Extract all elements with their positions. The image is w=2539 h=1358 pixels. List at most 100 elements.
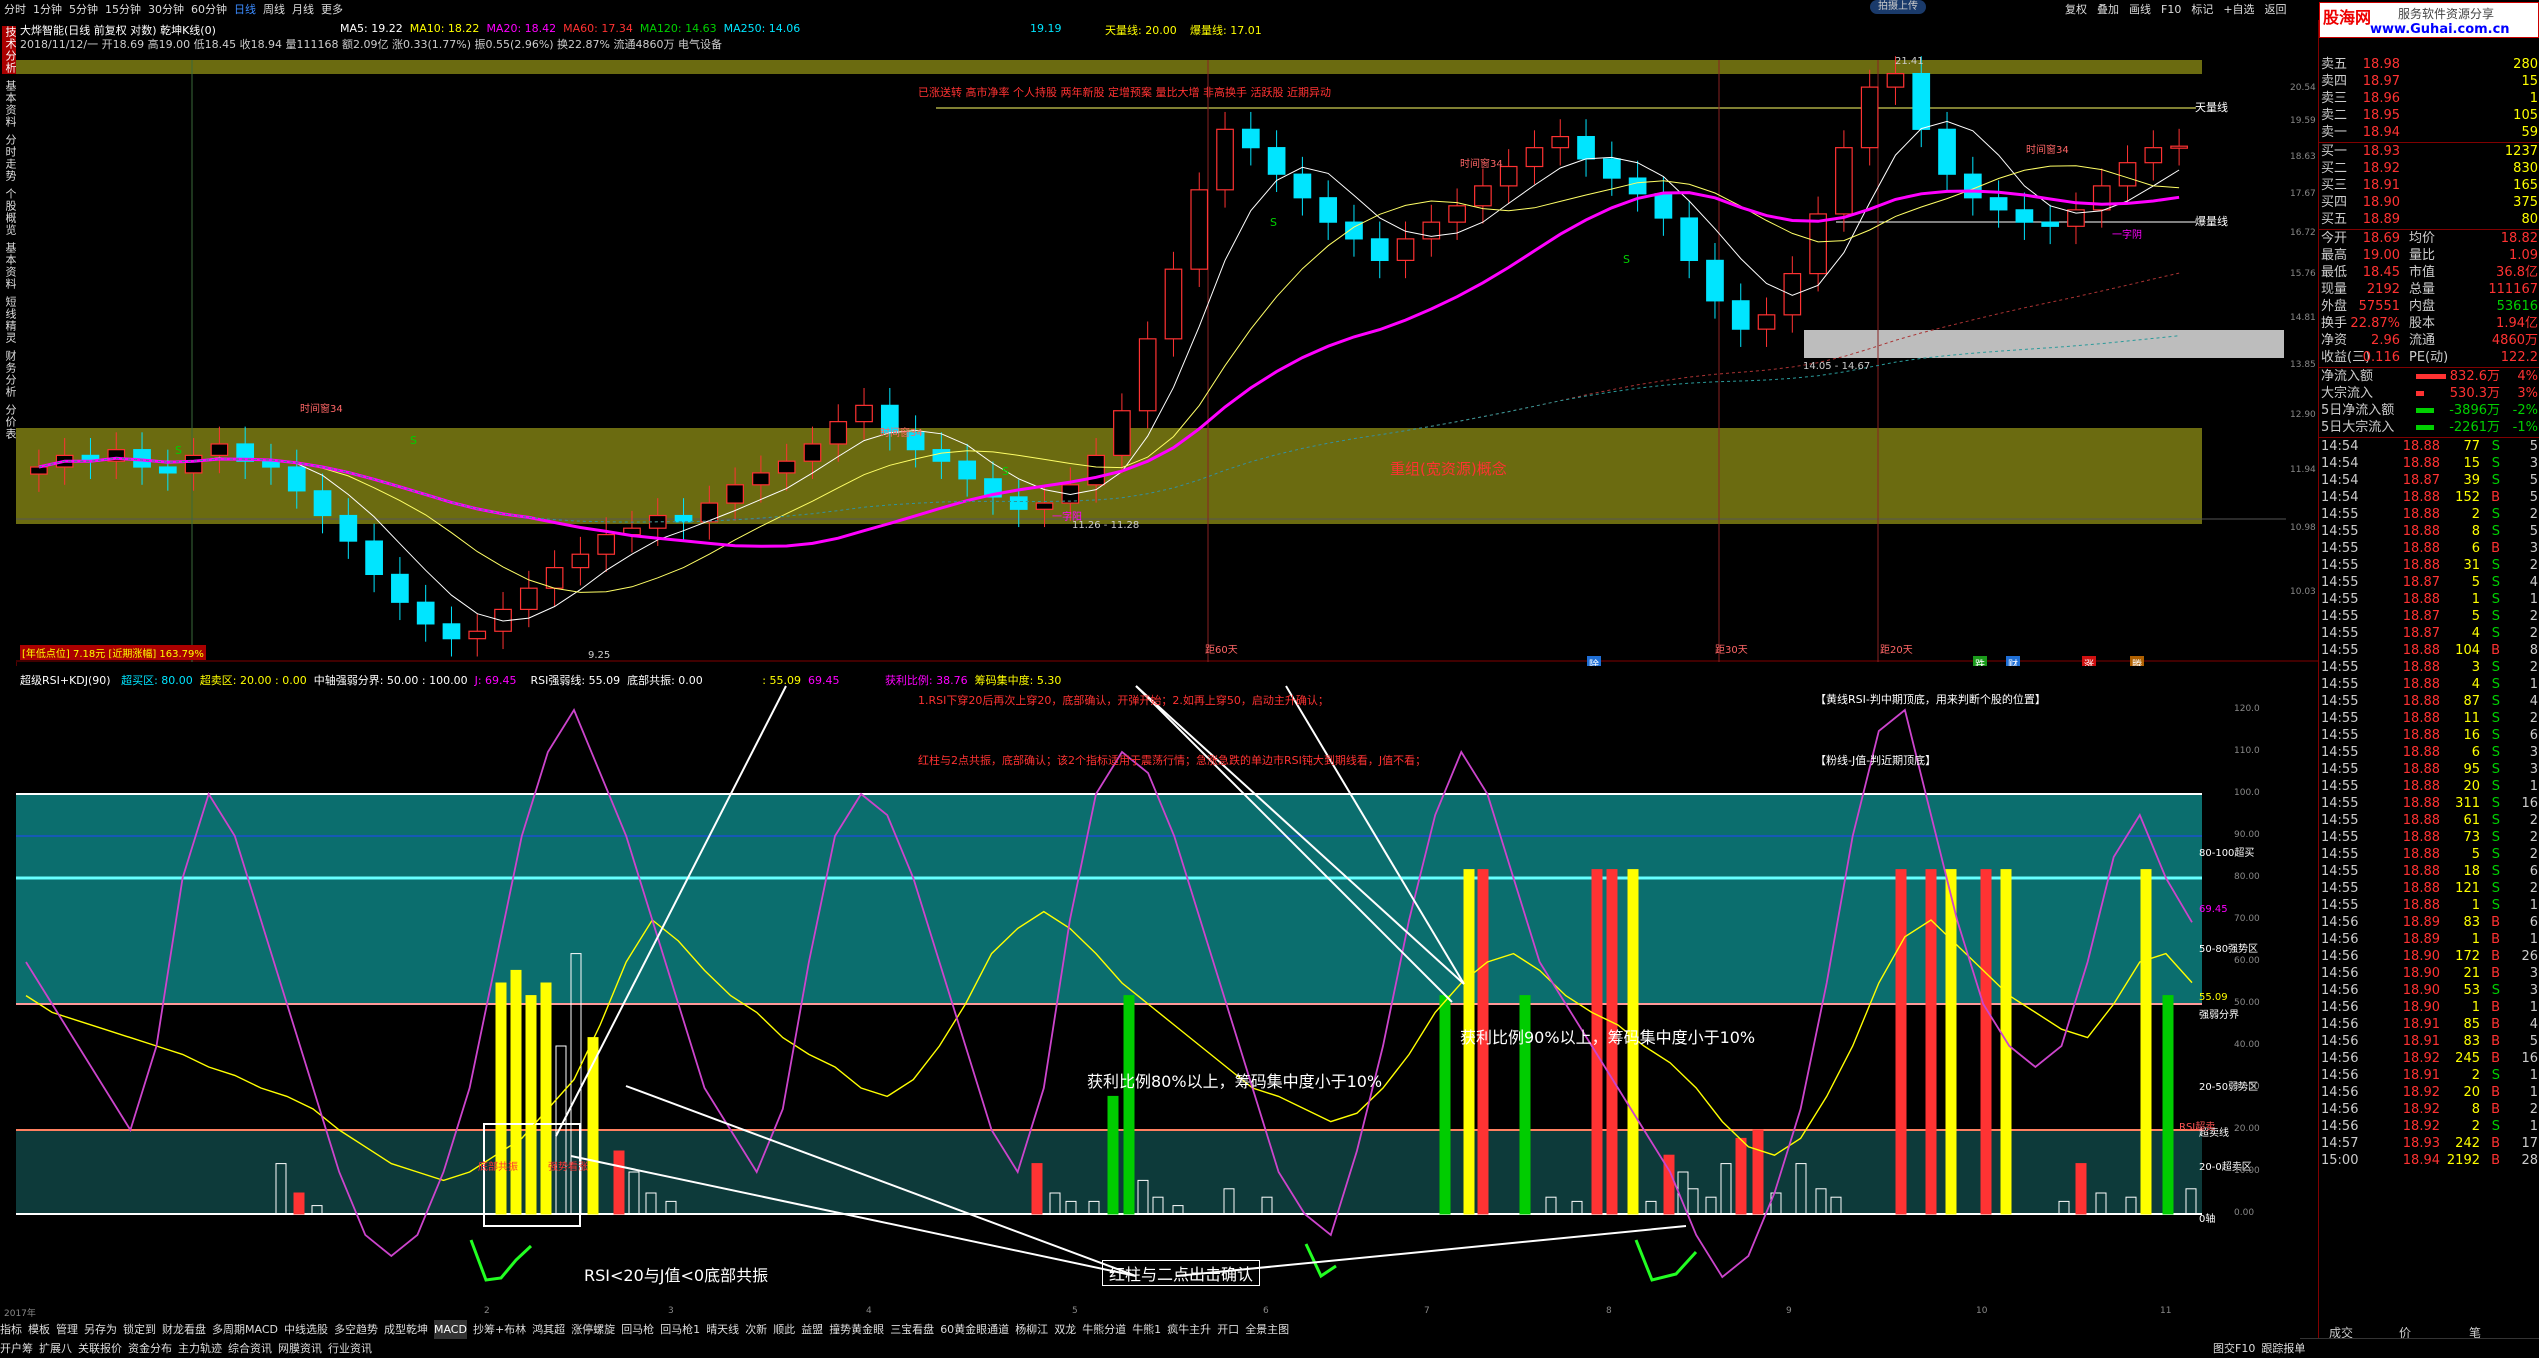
quote-cell: 8 bbox=[2529, 643, 2538, 658]
indicator-tab[interactable]: 撞势黄金眼 bbox=[829, 1320, 884, 1339]
bottom-right-button[interactable]: 跟踪报单 bbox=[2261, 1339, 2305, 1358]
period-tab-日线[interactable]: 日线 bbox=[234, 0, 256, 20]
tick-row: 14:55 18.88 61 S 2 bbox=[2319, 812, 2539, 829]
indicator-tab[interactable]: 回马枪 bbox=[621, 1320, 654, 1339]
bottom-right-button[interactable]: 图交F10 bbox=[2213, 1339, 2255, 1358]
indicator-tab[interactable]: 抄筹+布林 bbox=[473, 1320, 526, 1339]
period-tab-15分钟[interactable]: 15分钟 bbox=[105, 0, 141, 20]
toolbar-button[interactable]: 标记 bbox=[2191, 0, 2213, 20]
indicator-tab[interactable]: 回马枪1 bbox=[660, 1320, 700, 1339]
toolbar-button[interactable]: 画线 bbox=[2129, 0, 2151, 20]
indicator-tab[interactable]: 晴天线 bbox=[706, 1320, 739, 1339]
flow-bar bbox=[2416, 374, 2446, 379]
bottom-tab[interactable]: 行业资讯 bbox=[328, 1339, 372, 1358]
quote-cell: 1 bbox=[2529, 1085, 2538, 1100]
tick-row: 14:55 18.88 16 S 6 bbox=[2319, 727, 2539, 744]
quote-cell: B bbox=[2491, 1051, 2500, 1066]
quote-cell: S bbox=[2491, 847, 2500, 862]
indicator-tab[interactable]: MACD bbox=[433, 1320, 467, 1339]
indicator-tab[interactable]: 顺此 bbox=[773, 1320, 795, 1339]
indicator-tab[interactable]: 开口 bbox=[1217, 1320, 1239, 1339]
quote-cell: 总量 bbox=[2409, 282, 2436, 297]
bottom-tab[interactable]: 扩展八 bbox=[39, 1339, 72, 1358]
tianliang-tag: 天量线 bbox=[2195, 101, 2228, 114]
period-tab-1分钟[interactable]: 1分钟 bbox=[33, 0, 62, 20]
tick-row: 14:56 18.89 83 B 6 bbox=[2319, 914, 2539, 931]
indicator-tab[interactable]: 鸿其超 bbox=[532, 1320, 565, 1339]
candle-body bbox=[1680, 217, 1699, 261]
period-tab-60分钟[interactable]: 60分钟 bbox=[191, 0, 227, 20]
indicator-tab[interactable]: 疯牛主升 bbox=[1167, 1320, 1211, 1339]
upload-button[interactable]: 拍摄上传 bbox=[1870, 0, 1926, 14]
candle-body bbox=[752, 472, 770, 486]
indicator-tab[interactable]: 财龙看盘 bbox=[162, 1320, 206, 1339]
indicator-tab[interactable]: 杨柳江 bbox=[1015, 1320, 1048, 1339]
period-tab-5分钟[interactable]: 5分钟 bbox=[69, 0, 98, 20]
quote-cell: 311 bbox=[2455, 796, 2480, 811]
toolbar-button[interactable]: 叠加 bbox=[2097, 0, 2119, 20]
tick-row: 14:56 18.92 8 B 2 bbox=[2319, 1101, 2539, 1118]
quote-cell: 最低 bbox=[2321, 265, 2348, 280]
quote-cell: 1 bbox=[2529, 91, 2538, 106]
sell-level: 卖四 18.97 15 bbox=[2319, 73, 2539, 90]
period-tab-更多[interactable]: 更多 bbox=[321, 0, 343, 20]
quote-cell: 1237 bbox=[2504, 144, 2538, 159]
bottom-tab[interactable]: 主力轨迹 bbox=[178, 1339, 222, 1358]
bottom-tab[interactable]: 网膜资讯 bbox=[278, 1339, 322, 1358]
indicator-tab[interactable]: 多空趋势 bbox=[334, 1320, 378, 1339]
quote-cell: 14:55 bbox=[2321, 881, 2359, 896]
indicator-tab[interactable]: 全景主图 bbox=[1245, 1320, 1289, 1339]
candle-body bbox=[210, 443, 229, 456]
quote-cell: 18.88 bbox=[2402, 711, 2440, 726]
quote-cell: 18.69 bbox=[2362, 231, 2400, 246]
bottom-tab[interactable]: 开户筹 bbox=[0, 1339, 33, 1358]
candle-body bbox=[158, 466, 177, 474]
indicator-tab[interactable]: 次新 bbox=[745, 1320, 767, 1339]
quote-cell: 18.82 bbox=[2500, 231, 2538, 246]
candle-body bbox=[365, 540, 383, 576]
quote-cell: 1 bbox=[2529, 898, 2538, 913]
bottom-tab[interactable]: 综合资讯 bbox=[228, 1339, 272, 1358]
kline-chart[interactable] bbox=[16, 20, 2319, 662]
indicator-tab[interactable]: 60黄金眼通道 bbox=[940, 1320, 1009, 1339]
quote-cell: -3896万 bbox=[2449, 403, 2500, 418]
period-tab-30分钟[interactable]: 30分钟 bbox=[148, 0, 184, 20]
indicator-tab[interactable]: 管理 bbox=[56, 1320, 78, 1339]
toolbar-button[interactable]: F10 bbox=[2161, 0, 2181, 20]
period-tab-分时[interactable]: 分时 bbox=[4, 0, 26, 20]
toolbar-button[interactable]: +自选 bbox=[2223, 0, 2254, 20]
indicator-tab[interactable]: 锁定到 bbox=[123, 1320, 156, 1339]
quote-cell: 18.91 bbox=[2402, 1068, 2440, 1083]
indicator-tab[interactable]: 牛熊分道 bbox=[1082, 1320, 1126, 1339]
bottom-tab[interactable]: 资金分布 bbox=[128, 1339, 172, 1358]
indicator-tab[interactable]: 多周期MACD bbox=[212, 1320, 278, 1339]
indicator-tab[interactable]: 模板 bbox=[28, 1320, 50, 1339]
bottom-tab[interactable]: 关联报价 bbox=[78, 1339, 122, 1358]
indicator-tab[interactable]: 指标 bbox=[0, 1320, 22, 1339]
tick-row: 14:55 18.88 6 B 3 bbox=[2319, 540, 2539, 557]
tick-row: 14:54 18.88 152 B 5 bbox=[2319, 489, 2539, 506]
quote-cell: 3 bbox=[2529, 983, 2538, 998]
time-window-label: 时间窗34 bbox=[300, 404, 343, 415]
tick-row: 14:56 18.89 1 B 1 bbox=[2319, 931, 2539, 948]
quote-cell: 6 bbox=[2529, 864, 2538, 879]
indicator-tab[interactable]: 双龙 bbox=[1054, 1320, 1076, 1339]
quote-cell: 买一 bbox=[2321, 144, 2348, 159]
date-tick: 4 bbox=[866, 1306, 872, 1316]
indicator-tab[interactable]: 益盟 bbox=[801, 1320, 823, 1339]
indicator-tab[interactable]: 中线选股 bbox=[284, 1320, 328, 1339]
indicator-tab[interactable]: 三宝看盘 bbox=[890, 1320, 934, 1339]
indicator-tab[interactable]: 另存为 bbox=[84, 1320, 117, 1339]
period-tab-周线[interactable]: 周线 bbox=[263, 0, 285, 20]
quote-cell: 5 bbox=[2529, 439, 2538, 454]
toolbar-button[interactable]: 返回 bbox=[2265, 0, 2287, 20]
indicator-tab[interactable]: 涨停螺旋 bbox=[571, 1320, 615, 1339]
quote-cell: S bbox=[2491, 677, 2500, 692]
period-tab-月线[interactable]: 月线 bbox=[292, 0, 314, 20]
quote-cell: 18.88 bbox=[2402, 660, 2440, 675]
quote-cell: 3 bbox=[2529, 745, 2538, 760]
indicator-tab[interactable]: 牛熊1 bbox=[1132, 1320, 1161, 1339]
indicator-tab[interactable]: 成型乾坤 bbox=[384, 1320, 428, 1339]
toolbar-button[interactable]: 复权 bbox=[2065, 0, 2087, 20]
quote-cell: 5日净流入额 bbox=[2321, 403, 2395, 418]
